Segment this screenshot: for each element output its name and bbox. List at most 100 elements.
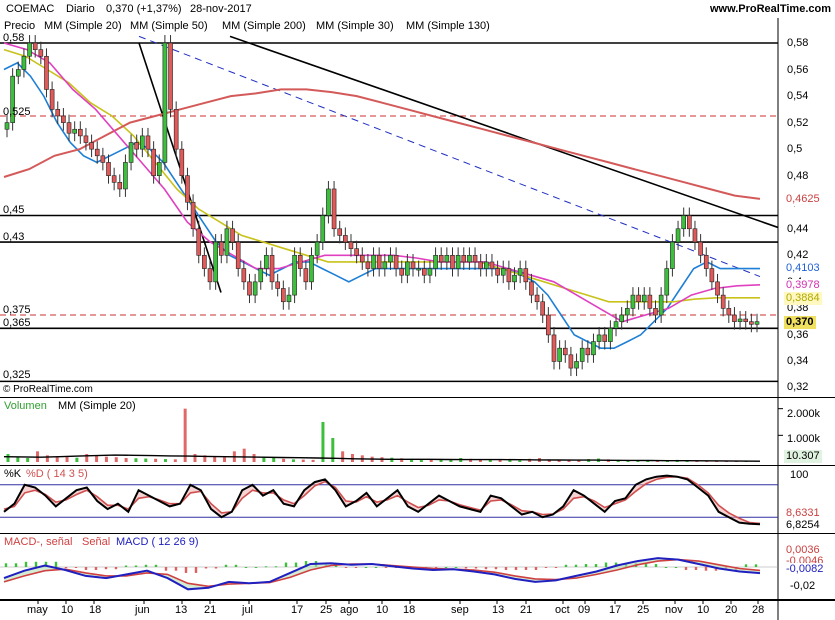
candle-down: [38, 49, 44, 57]
price-panel[interactable]: Precio MM (Simple 20) MM (Simple 50) MM …: [0, 18, 835, 398]
volume-panel[interactable]: Volumen MM (Simple 20) 2.000k 1.000k 10.…: [0, 398, 835, 466]
tag-volume: 10.307: [784, 450, 822, 463]
signal-line: [3, 558, 761, 588]
macd-histogram-bar: [744, 564, 748, 567]
candle-down: [78, 128, 83, 137]
macd-histogram-bar: [354, 567, 358, 568]
candle-up: [140, 135, 145, 150]
macd-histogram-bar: [494, 567, 498, 570]
x-tick: 17: [609, 604, 622, 616]
volume-bar: [223, 457, 227, 462]
period-label[interactable]: Diario: [66, 3, 95, 15]
candle-up: [320, 215, 326, 243]
candle-down: [331, 188, 337, 230]
level-label-0375: 0,375: [3, 304, 31, 316]
volume-bar: [6, 454, 10, 462]
candle-down: [247, 281, 252, 296]
candle-down: [297, 255, 303, 269]
volume-bar: [321, 422, 325, 462]
candle-down: [111, 175, 117, 183]
volume-bar: [114, 457, 118, 462]
site-label[interactable]: www.ProRealTime.com: [710, 3, 831, 15]
macd-histogram-bar: [104, 567, 108, 570]
y-tick: 0,5: [787, 143, 803, 155]
candle-down: [365, 261, 371, 269]
macd-histogram-bar: [84, 567, 88, 570]
macd-histogram-bar: [704, 567, 708, 571]
volume-bar: [75, 457, 79, 462]
macd-histogram-bar: [184, 567, 188, 573]
level-label-0325: 0,325: [3, 369, 31, 381]
macd-histogram-bar: [14, 563, 18, 567]
x-tick: 20: [725, 604, 738, 616]
macd-panel[interactable]: MACD-, señal Señal MACD ( 12 26 9) -0,02…: [0, 534, 835, 600]
candle-down: [720, 294, 726, 309]
x-tick: oct: [555, 604, 570, 616]
candle-up: [608, 327, 613, 342]
legend-volume-mm20[interactable]: MM (Simple 20): [56, 399, 138, 413]
candle-down: [337, 228, 343, 236]
macd-histogram-bar: [654, 564, 658, 567]
x-tick: nov: [665, 604, 683, 616]
stochastic-chart: [0, 466, 835, 534]
legend-mm30[interactable]: MM (Simple 30): [314, 19, 396, 33]
candle-down: [196, 228, 202, 256]
macd-histogram-bar: [254, 567, 258, 568]
candle-up: [670, 241, 675, 269]
macd-histogram-bar: [134, 565, 138, 567]
legend-mm20[interactable]: MM (Simple 20): [42, 19, 124, 33]
ticker-symbol[interactable]: COEMAC: [6, 3, 54, 15]
volume-bar: [144, 458, 148, 462]
macd-histogram-bar: [364, 567, 368, 568]
macd-histogram-bar: [564, 564, 568, 567]
y-tick: 1.000k: [787, 433, 821, 445]
candle-down: [495, 268, 500, 276]
legend-mm130[interactable]: MM (Simple 130): [404, 19, 492, 33]
x-tick: 18: [403, 604, 416, 616]
y-tick: 0,48: [787, 170, 809, 182]
candle-down: [230, 228, 235, 243]
legend-volumen[interactable]: Volumen: [2, 399, 49, 413]
stochastic-panel[interactable]: %K %D ( 14 3 5) 100 0 8,6331 6,8254: [0, 466, 835, 534]
legend-mm200[interactable]: MM (Simple 200): [220, 19, 308, 33]
macd-histogram-bar: [74, 567, 78, 568]
macd-histogram-bar: [264, 566, 268, 568]
candle-up: [123, 162, 128, 190]
macd-histogram-bar: [454, 567, 458, 568]
legend-signal[interactable]: Señal: [80, 535, 113, 549]
candle-up: [309, 255, 314, 283]
volume-bar: [193, 454, 197, 462]
macd-histogram-bar: [64, 567, 68, 568]
candle-up: [517, 268, 523, 276]
x-tick: 10: [376, 604, 389, 616]
macd-histogram-bar: [204, 567, 208, 569]
legend-precio[interactable]: Precio: [2, 19, 38, 33]
legend-k[interactable]: %K: [2, 467, 24, 481]
candle-down: [117, 182, 123, 190]
legend-macd-hist[interactable]: MACD-, señal: [2, 535, 75, 549]
level-label-045: 0,45: [3, 204, 25, 216]
volume-bar: [518, 460, 522, 462]
macd-histogram-bar: [554, 567, 558, 568]
candle-up: [681, 215, 686, 230]
y-tick: 0,54: [787, 90, 809, 102]
volume-bar: [173, 459, 177, 462]
volume-bar: [154, 458, 158, 462]
macd-histogram-bar: [144, 564, 148, 567]
candle-down: [602, 334, 608, 342]
volume-bar: [350, 454, 354, 462]
stochastic-d-line: [3, 475, 761, 525]
legend-mm50[interactable]: MM (Simple 50): [128, 19, 210, 33]
candle-down: [703, 255, 709, 269]
legend-macd[interactable]: MACD ( 12 26 9): [114, 535, 201, 549]
candle-down: [151, 148, 156, 176]
candle-down: [743, 318, 749, 322]
macd-histogram-bar: [644, 564, 648, 567]
x-tick: 10: [697, 604, 710, 616]
volume-bar: [272, 458, 276, 462]
candle-down: [173, 109, 179, 150]
legend-d[interactable]: %D ( 14 3 5): [24, 467, 90, 481]
macd-histogram-bar: [4, 563, 8, 567]
candle-down: [478, 261, 483, 269]
macd-histogram-bar: [504, 567, 508, 570]
